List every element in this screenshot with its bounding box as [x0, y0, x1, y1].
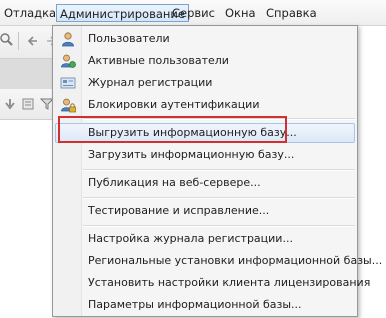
- menu-item-web-publish[interactable]: Публикация на веб-сервере...: [55, 173, 355, 193]
- menu-item-users[interactable]: Пользователи: [55, 29, 355, 49]
- menu-item-label: Блокировки аутентификации: [88, 98, 260, 111]
- menu-administration[interactable]: Администрирование: [56, 4, 189, 22]
- background-panel: [0, 59, 60, 89]
- list-icon[interactable]: [22, 98, 34, 110]
- menu-service[interactable]: Сервис: [172, 5, 215, 21]
- menu-separator: [83, 197, 355, 199]
- menu-item-testing-repair[interactable]: Тестирование и исправление...: [55, 201, 355, 221]
- move-down-icon[interactable]: [4, 98, 16, 110]
- menu-separator: [83, 118, 355, 120]
- menu-item-label: Активные пользователи: [88, 54, 229, 67]
- menu-item-registration-log[interactable]: Журнал регистрации: [55, 73, 355, 93]
- user-icon: [62, 32, 74, 47]
- background-toolbar-secondary: [0, 89, 60, 120]
- menu-item-active-users[interactable]: Активные пользователи: [55, 51, 355, 71]
- menu-item-label: Публикация на веб-сервере...: [88, 176, 261, 189]
- registration-log-icon: [60, 77, 76, 89]
- active-users-icon: [61, 54, 76, 68]
- menu-item-auth-locks[interactable]: Блокировки аутентификации: [55, 95, 355, 115]
- menu-item-label: Тестирование и исправление...: [88, 204, 270, 217]
- menu-item-regional-settings[interactable]: Региональные установки информационной ба…: [55, 251, 382, 271]
- menu-item-label: Параметры информационной базы...: [88, 298, 302, 311]
- menu-item-label: Региональные установки информационной ба…: [88, 254, 383, 267]
- back-arrow-icon[interactable]: [26, 34, 40, 48]
- menu-item-licensing-client[interactable]: Установить настройки клиента лицензирова…: [55, 273, 370, 293]
- menu-item-label: Выгрузить информационную базу...: [88, 126, 297, 139]
- auth-lock-icon: [61, 98, 76, 113]
- background-toolbar: [0, 26, 60, 59]
- menu-debug[interactable]: Отладка: [4, 5, 56, 21]
- menu-windows[interactable]: Окна: [225, 5, 256, 21]
- menu-separator: [83, 169, 355, 171]
- menu-bar: Отладка Администрирование Сервис Окна Сп…: [0, 0, 386, 26]
- menu-item-infobase-params[interactable]: Параметры информационной базы...: [55, 295, 355, 315]
- search-icon[interactable]: [0, 32, 14, 48]
- menu-item-label: Настройка журнала регистрации...: [88, 232, 293, 245]
- menu-separator: [83, 225, 355, 227]
- menu-item-label: Пользователи: [88, 32, 170, 45]
- menu-item-label: Загрузить информационную базу...: [88, 148, 295, 161]
- administration-dropdown-menu: Пользователи Активные пользователи Журна…: [52, 25, 382, 317]
- menu-item-import-infobase[interactable]: Загрузить информационную базу...: [55, 145, 355, 165]
- menu-item-label: Журнал регистрации: [88, 76, 213, 89]
- menu-item-label: Установить настройки клиента лицензирова…: [88, 276, 371, 289]
- menu-help[interactable]: Справка: [266, 5, 317, 21]
- menu-item-log-settings[interactable]: Настройка журнала регистрации...: [55, 229, 355, 249]
- menu-item-export-infobase[interactable]: Выгрузить информационную базу...: [55, 123, 355, 143]
